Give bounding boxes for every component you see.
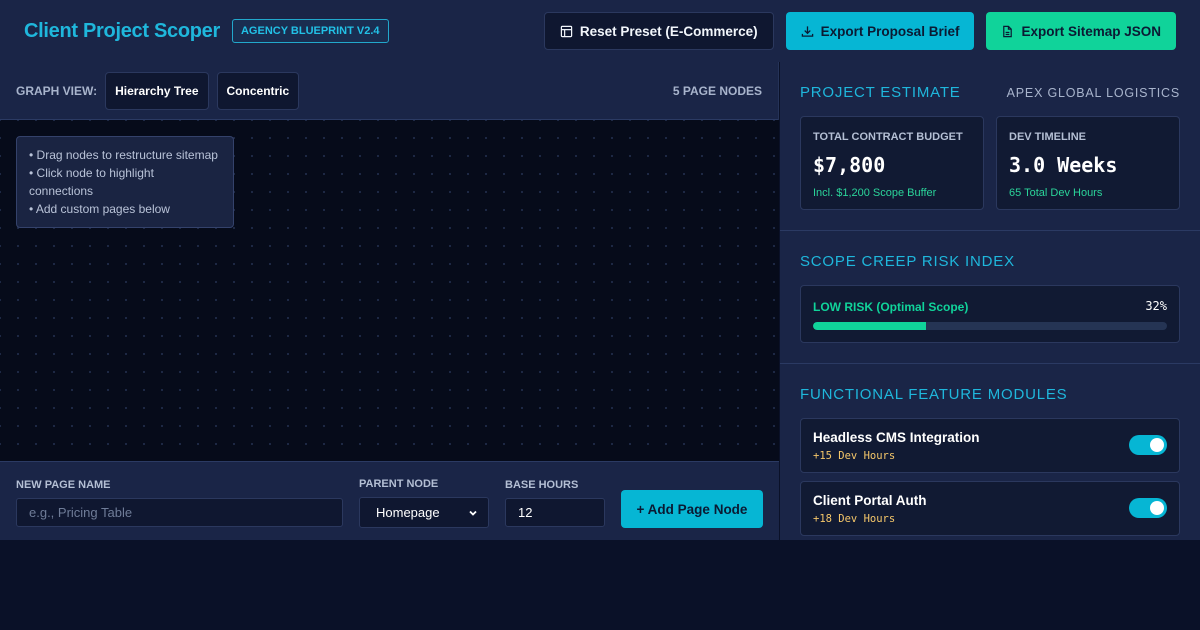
hint-drag: • Drag nodes to restructure sitemap [29, 148, 218, 162]
project-estimate-title: PROJECT ESTIMATE [800, 84, 961, 101]
app-title: Client Project Scoper [24, 19, 220, 42]
risk-progress-track [813, 322, 1167, 330]
project-estimate-section: PROJECT ESTIMATE APEX GLOBAL LOGISTICS T… [780, 62, 1200, 231]
app-header: Client Project Scoper AGENCY BLUEPRINT V… [0, 0, 1200, 62]
sitemap-graph-canvas[interactable]: • Drag nodes to restructure sitemap • Cl… [0, 120, 779, 461]
base-hours-label: BASE HOURS [505, 479, 579, 491]
sitemap-panel: GRAPH VIEW: Hierarchy Tree Concentric 5 … [0, 62, 779, 540]
parent-node-select[interactable]: Homepage [359, 497, 489, 528]
budget-buffer: Incl. $1,200 Scope Buffer [813, 187, 937, 199]
view-hierarchy-tree-button[interactable]: Hierarchy Tree [105, 71, 209, 110]
reset-preset-label: Reset Preset (E-Commerce) [579, 23, 758, 39]
timeline-card: DEV TIMELINE 3.0 Weeks 65 Total Dev Hour… [996, 116, 1180, 210]
feature-card-headless-cms: Headless CMS Integration +15 Dev Hours [800, 418, 1180, 473]
risk-level: LOW RISK (Optimal Scope) [813, 300, 969, 314]
base-hours-input[interactable]: 12 [505, 498, 605, 527]
add-page-form: NEW PAGE NAME PARENT NODE Homepage BASE … [0, 461, 779, 540]
feature-hours: +18 Dev Hours [813, 513, 896, 525]
file-icon [1003, 25, 1013, 37]
parent-node-value: Homepage [376, 505, 440, 520]
risk-percent: 32% [1145, 299, 1167, 313]
chevron-down-icon [469, 510, 477, 516]
hint-add: • Add custom pages below [29, 202, 170, 216]
toggle-knob [1150, 438, 1164, 452]
feature-card-client-portal: Client Portal Auth +18 Dev Hours [800, 481, 1180, 536]
layout-icon [560, 25, 573, 37]
features-title: FUNCTIONAL FEATURE MODULES [800, 386, 1068, 403]
estimate-panel: PROJECT ESTIMATE APEX GLOBAL LOGISTICS T… [780, 62, 1200, 540]
budget-card: TOTAL CONTRACT BUDGET $7,800 Incl. $1,20… [800, 116, 984, 210]
risk-card: LOW RISK (Optimal Scope) 32% [800, 285, 1180, 343]
add-page-node-button[interactable]: + Add Page Node [621, 490, 763, 528]
download-icon [801, 25, 813, 37]
feature-toggle-headless-cms[interactable] [1129, 435, 1167, 455]
export-sitemap-label: Export Sitemap JSON [1021, 23, 1161, 39]
risk-title: SCOPE CREEP RISK INDEX [800, 253, 1015, 270]
base-hours-value: 12 [518, 505, 533, 520]
toggle-knob [1150, 501, 1164, 515]
parent-node-label: PARENT NODE [359, 478, 439, 490]
feature-name: Client Portal Auth [813, 493, 927, 508]
client-name: APEX GLOBAL LOGISTICS [1006, 86, 1180, 100]
export-sitemap-button[interactable]: Export Sitemap JSON [986, 12, 1176, 50]
graph-toolbar: GRAPH VIEW: Hierarchy Tree Concentric 5 … [0, 62, 778, 120]
hint-click: • Click node to highlight connections [29, 166, 154, 198]
view-concentric-button[interactable]: Concentric [216, 71, 300, 110]
features-section: FUNCTIONAL FEATURE MODULES Headless CMS … [780, 364, 1200, 540]
new-page-name-label: NEW PAGE NAME [16, 479, 111, 491]
page-node-count: 5 PAGE NODES [672, 83, 762, 98]
feature-hours: +15 Dev Hours [813, 450, 896, 462]
budget-value: $7,800 [813, 153, 886, 177]
timeline-value: 3.0 Weeks [1009, 153, 1118, 177]
version-badge: AGENCY BLUEPRINT V2.4 [231, 19, 389, 43]
export-proposal-button[interactable]: Export Proposal Brief [785, 12, 975, 50]
feature-toggle-client-portal[interactable] [1129, 498, 1167, 518]
timeline-label: DEV TIMELINE [1009, 131, 1087, 143]
header-actions: Reset Preset (E-Commerce) Export Proposa… [543, 12, 1176, 50]
graph-hints: • Drag nodes to restructure sitemap • Cl… [16, 136, 234, 228]
risk-progress-fill [813, 322, 927, 330]
budget-label: TOTAL CONTRACT BUDGET [813, 131, 963, 143]
graph-view-label: GRAPH VIEW: [16, 83, 98, 98]
reset-preset-button[interactable]: Reset Preset (E-Commerce) [543, 12, 774, 50]
export-proposal-label: Export Proposal Brief [820, 23, 960, 39]
feature-name: Headless CMS Integration [813, 430, 980, 445]
new-page-name-input[interactable] [16, 498, 343, 527]
risk-section: SCOPE CREEP RISK INDEX LOW RISK (Optimal… [780, 231, 1200, 364]
timeline-hours: 65 Total Dev Hours [1009, 187, 1103, 199]
